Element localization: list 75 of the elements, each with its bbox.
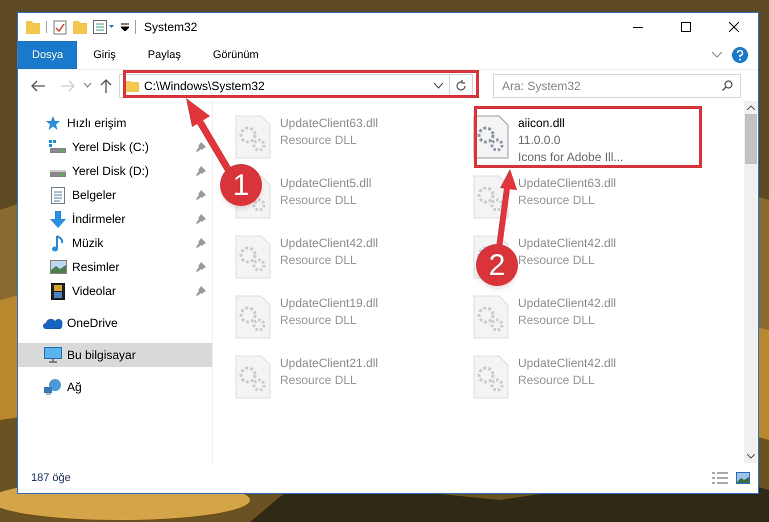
document-icon bbox=[51, 186, 65, 204]
scroll-down-icon[interactable] bbox=[747, 454, 755, 459]
dll-file-icon bbox=[235, 115, 271, 159]
dropdown-icon[interactable] bbox=[434, 82, 443, 88]
globe-icon bbox=[44, 379, 62, 395]
file-tab[interactable]: Dosya bbox=[18, 41, 78, 69]
star-icon bbox=[45, 115, 61, 131]
navigation-item[interactable]: Yerel Disk (C:) bbox=[18, 135, 212, 159]
file-detail: Resource DLL bbox=[518, 252, 596, 269]
properties-icon[interactable] bbox=[53, 20, 67, 34]
scroll-thumb[interactable] bbox=[745, 114, 757, 164]
navigation-item[interactable]: Yerel Disk (D:) bbox=[18, 159, 212, 183]
navigation-item[interactable]: İndirmeler bbox=[18, 207, 212, 231]
window-title: System32 bbox=[144, 19, 198, 36]
film-icon bbox=[51, 282, 65, 300]
cloud-icon bbox=[43, 317, 63, 329]
navigation-item[interactable]: Ağ bbox=[18, 375, 212, 399]
pin-icon[interactable] bbox=[196, 262, 206, 272]
music-note-icon bbox=[52, 234, 64, 252]
recent-locations-icon[interactable] bbox=[84, 83, 91, 88]
file-detail: Resource DLL bbox=[280, 372, 358, 389]
navigation-item[interactable]: Belgeler bbox=[18, 183, 212, 207]
details-view-icon[interactable] bbox=[712, 472, 728, 484]
navigation-item[interactable]: Hızlı erişim bbox=[18, 111, 212, 135]
file-detail: Resource DLL bbox=[280, 132, 358, 149]
item-count: 187 öğe bbox=[31, 470, 71, 486]
file-detail: Resource DLL bbox=[280, 192, 358, 209]
down-arrow-icon bbox=[50, 210, 66, 228]
customize-toolbar-icon[interactable] bbox=[121, 23, 129, 31]
back-icon[interactable] bbox=[31, 80, 45, 92]
dll-file-icon bbox=[473, 115, 509, 159]
search-field[interactable]: Ara: System32 bbox=[493, 74, 741, 98]
file-detail: Resource DLL bbox=[518, 372, 596, 389]
file-detail: Resource DLL bbox=[518, 192, 596, 209]
dll-file-icon bbox=[235, 235, 271, 279]
navigation-item[interactable]: Resimler bbox=[18, 255, 212, 279]
large-icons-view-icon[interactable] bbox=[736, 472, 750, 484]
dll-file-icon bbox=[473, 355, 509, 399]
scrollbar[interactable] bbox=[744, 101, 758, 463]
up-icon[interactable] bbox=[100, 78, 112, 92]
navigation-item[interactable]: Müzik bbox=[18, 231, 212, 255]
dll-file-icon bbox=[235, 355, 271, 399]
dll-file-icon bbox=[235, 295, 271, 339]
dll-file-icon bbox=[473, 295, 509, 339]
navigation-item[interactable]: Bu bilgisayar bbox=[18, 343, 212, 367]
help-icon[interactable] bbox=[732, 47, 748, 63]
navigation-item[interactable]: OneDrive bbox=[18, 311, 212, 335]
file-detail: Resource DLL bbox=[280, 312, 358, 329]
image-icon bbox=[50, 260, 66, 274]
navigation-item[interactable]: Videolar bbox=[18, 279, 212, 303]
pin-icon[interactable] bbox=[196, 142, 206, 152]
pin-icon[interactable] bbox=[196, 286, 206, 296]
drive-icon bbox=[49, 140, 67, 154]
ribbon-tab[interactable]: Giriş bbox=[77, 41, 132, 69]
view-options-icon[interactable] bbox=[93, 20, 115, 34]
chevron-down-icon[interactable] bbox=[712, 52, 722, 58]
monitor-icon bbox=[44, 347, 62, 363]
maximize-icon[interactable] bbox=[681, 22, 691, 32]
file-detail: 11.0.0.0 bbox=[518, 132, 562, 149]
pin-icon[interactable] bbox=[196, 166, 206, 176]
pin-icon[interactable] bbox=[196, 190, 206, 200]
folder-icon bbox=[125, 80, 139, 92]
file-detail: Icons for Adobe Ill... bbox=[518, 149, 624, 166]
file-detail: Resource DLL bbox=[518, 312, 596, 329]
close-icon[interactable] bbox=[729, 22, 739, 32]
ribbon-tab[interactable]: Görünüm bbox=[196, 41, 275, 69]
file-name[interactable]: aiicon.dll bbox=[518, 115, 624, 132]
refresh-icon[interactable] bbox=[455, 80, 467, 92]
search-icon[interactable] bbox=[722, 80, 733, 90]
ribbon-tab[interactable]: Paylaş bbox=[132, 41, 197, 69]
pin-icon[interactable] bbox=[196, 214, 206, 224]
scroll-up-icon[interactable] bbox=[747, 105, 755, 110]
pin-icon[interactable] bbox=[196, 238, 206, 248]
address-path: C:\Windows\System32 bbox=[144, 78, 265, 94]
file-detail: Resource DLL bbox=[280, 252, 358, 269]
